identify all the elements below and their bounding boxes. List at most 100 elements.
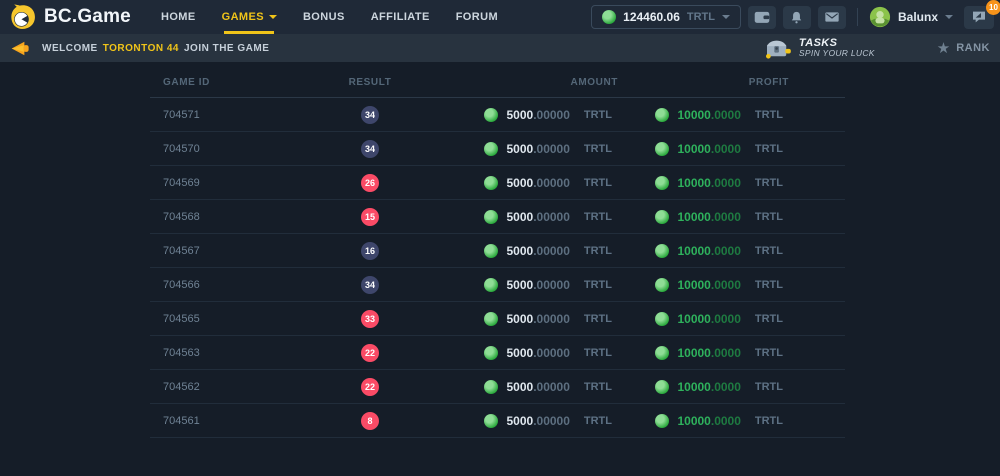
- nav-games[interactable]: GAMES: [209, 0, 290, 34]
- amount-integer: 5000: [506, 244, 533, 258]
- amount-decimal: .00000: [533, 108, 570, 122]
- bets-table: GAME ID RESULT AMOUNT PROFIT 70457134500…: [150, 68, 845, 438]
- trtl-coin-icon: [655, 312, 669, 326]
- table-row[interactable]: 704571345000.00000TRTL10000.0000TRTL: [150, 98, 845, 132]
- amount-currency: TRTL: [584, 143, 612, 155]
- brand-logo[interactable]: BC.Game: [0, 0, 148, 34]
- balance-selector[interactable]: 124460.06 TRTL: [591, 5, 741, 29]
- rank-widget[interactable]: ★ RANK: [937, 41, 990, 56]
- trtl-coin-icon: [484, 346, 498, 360]
- result-badge: 22: [361, 378, 379, 396]
- amount-cell: 5000.00000TRTL: [440, 312, 670, 326]
- profit-cell: 10000.0000TRTL: [670, 380, 845, 394]
- nav-affiliate[interactable]: AFFILIATE: [358, 0, 443, 34]
- profit-integer: 10000: [677, 108, 710, 122]
- tasks-widget[interactable]: TASKS SPIN YOUR LUCK: [764, 37, 875, 59]
- amount-integer: 5000: [506, 312, 533, 326]
- trtl-coin-icon: [484, 312, 498, 326]
- profit-cell: 10000.0000TRTL: [670, 244, 845, 258]
- username: Balunx: [898, 10, 938, 24]
- game-id: 704566: [150, 279, 300, 291]
- game-id: 704569: [150, 177, 300, 189]
- table-row[interactable]: 704565335000.00000TRTL10000.0000TRTL: [150, 302, 845, 336]
- profit-cell: 10000.0000TRTL: [670, 312, 845, 326]
- profit-cell: 10000.0000 TRTL: [670, 108, 845, 122]
- profit-cell: 10000.0000TRTL: [670, 414, 845, 428]
- profit-integer: 10000: [677, 176, 710, 190]
- profit-currency: TRTL: [755, 109, 783, 121]
- treasure-chest-icon: [764, 37, 792, 59]
- balance-amount: 124460.06: [623, 10, 680, 24]
- amount-currency: TRTL: [584, 415, 612, 427]
- amount-integer: 5000: [506, 142, 533, 156]
- trtl-coin-icon: [602, 10, 616, 24]
- game-id: 704563: [150, 347, 300, 359]
- user-menu[interactable]: Balunx: [869, 6, 953, 28]
- table-row[interactable]: 704570345000.00000TRTL10000.0000TRTL: [150, 132, 845, 166]
- game-id: 704570: [150, 143, 300, 155]
- nav-bonus[interactable]: BONUS: [290, 0, 358, 34]
- trtl-coin-icon: [484, 380, 498, 394]
- star-icon: ★: [937, 41, 950, 56]
- profit-currency: TRTL: [755, 347, 783, 359]
- result-badge: 34: [361, 106, 379, 124]
- chat-button[interactable]: 10: [964, 6, 994, 29]
- profit-cell: 10000.0000TRTL: [670, 278, 845, 292]
- result-badge: 16: [361, 242, 379, 260]
- amount-cell: 5000.00000TRTL: [440, 414, 670, 428]
- table-row[interactable]: 70456185000.00000TRTL10000.0000TRTL: [150, 404, 845, 438]
- trtl-coin-icon: [655, 176, 669, 190]
- trtl-coin-icon: [484, 414, 498, 428]
- nav-forum[interactable]: FORUM: [443, 0, 511, 34]
- trtl-coin-icon: [655, 278, 669, 292]
- amount-cell: 5000.00000TRTL: [440, 108, 670, 122]
- amount-integer: 5000: [506, 380, 533, 394]
- amount-decimal: .00000: [533, 312, 570, 326]
- profit-integer: 10000: [677, 346, 710, 360]
- amount-decimal: .00000: [533, 244, 570, 258]
- amount-decimal: .00000: [533, 278, 570, 292]
- chevron-down-icon: [722, 15, 730, 19]
- amount-decimal: .00000: [533, 142, 570, 156]
- profit-cell: 10000.0000TRTL: [670, 346, 845, 360]
- chat-unread-badge: 10: [986, 0, 1000, 15]
- result-badge: 26: [361, 174, 379, 192]
- chevron-down-icon: [269, 15, 277, 19]
- table-row[interactable]: 704566345000.00000TRTL10000.0000TRTL: [150, 268, 845, 302]
- profit-decimal: .0000: [711, 142, 741, 156]
- nav-home[interactable]: HOME: [148, 0, 209, 34]
- table-row[interactable]: 704567165000.00000TRTL10000.0000TRTL: [150, 234, 845, 268]
- wallet-button[interactable]: [748, 6, 776, 29]
- profit-decimal: .0000: [711, 278, 741, 292]
- table-row[interactable]: 704562225000.00000TRTL10000.0000TRTL: [150, 370, 845, 404]
- header-result: RESULT: [300, 77, 440, 88]
- result-badge: 15: [361, 208, 379, 226]
- amount-integer: 5000: [506, 210, 533, 224]
- rank-label: RANK: [956, 42, 990, 54]
- megaphone-icon: [10, 40, 32, 57]
- amount-cell: 5000.00000TRTL: [440, 210, 670, 224]
- amount-decimal: .00000: [533, 380, 570, 394]
- amount-currency: TRTL: [584, 109, 612, 121]
- trtl-coin-icon: [655, 346, 669, 360]
- result-badge: 22: [361, 344, 379, 362]
- trtl-coin-icon: [655, 142, 669, 156]
- table-row[interactable]: 704563 22 5000.00000TRTL10000.0000TRTL: [150, 336, 845, 370]
- trtl-coin-icon: [655, 108, 669, 122]
- brand-name: BC.Game: [44, 6, 131, 28]
- table-row[interactable]: 704568155000.00000TRTL10000.0000TRTL: [150, 200, 845, 234]
- profit-integer: 10000: [677, 380, 710, 394]
- amount-cell: 5000.00000TRTL: [440, 346, 670, 360]
- game-id: 704571: [150, 109, 300, 121]
- table-row[interactable]: 704569265000.00000TRTL10000.0000TRTL: [150, 166, 845, 200]
- notifications-button[interactable]: [783, 6, 811, 29]
- messages-button[interactable]: [818, 6, 846, 29]
- amount-decimal: .00000: [533, 346, 570, 360]
- avatar: [869, 6, 891, 28]
- header-profit: PROFIT: [670, 77, 845, 88]
- chevron-down-icon: [945, 15, 953, 19]
- amount-cell: 5000.00000TRTL: [440, 176, 670, 190]
- profit-decimal: .0000: [711, 108, 741, 122]
- profit-decimal: .0000: [711, 312, 741, 326]
- amount-decimal: .00000: [533, 414, 570, 428]
